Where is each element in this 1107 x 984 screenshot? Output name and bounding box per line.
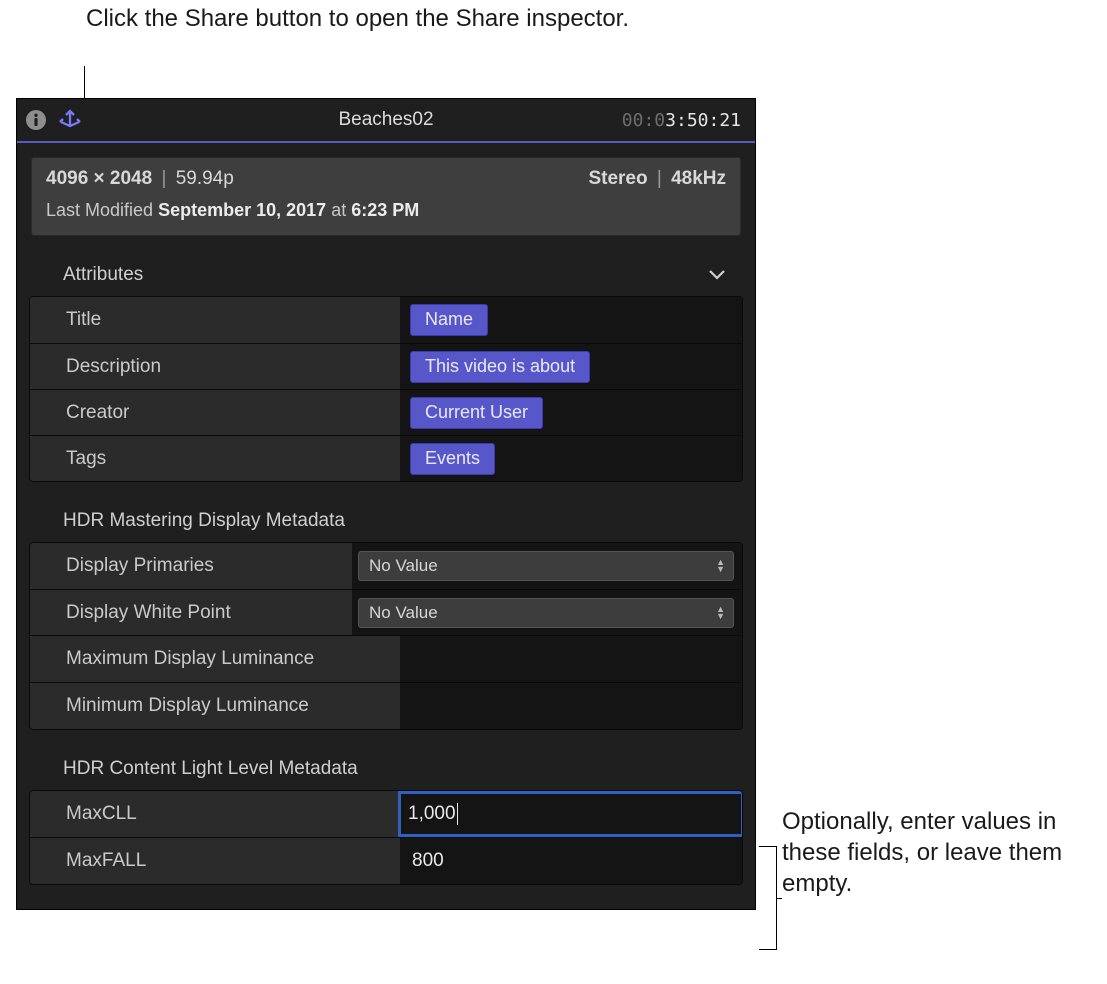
modified-time: 6:23 PM	[351, 200, 419, 220]
summary-format-row: 4096 × 2048 | 59.94p Stereo | 48kHz	[32, 158, 740, 200]
min-luminance-input[interactable]	[410, 689, 732, 723]
updown-icon: ▲▼	[716, 606, 725, 620]
inspector-header: Beaches02 00:03:50:21	[17, 99, 755, 143]
row-maxfall: MaxFALL	[30, 837, 742, 884]
maxfall-input[interactable]	[410, 844, 732, 878]
token-title[interactable]: Name	[410, 304, 488, 336]
maxcll-value: 1,000	[408, 803, 456, 824]
timecode-bright: 3:50:21	[665, 110, 741, 131]
token-creator[interactable]: Current User	[410, 397, 543, 429]
clip-summary: 4096 × 2048 | 59.94p Stereo | 48kHz Last…	[31, 157, 741, 236]
attributes-group: Title Name Description This video is abo…	[29, 296, 743, 482]
summary-audio-mode: Stereo	[588, 168, 647, 189]
attr-row-title: Title Name	[30, 297, 742, 343]
callout-bracket	[759, 846, 777, 950]
summary-sample-rate: 48kHz	[671, 168, 726, 189]
callout-text: Optionally, enter values in these fields…	[782, 808, 1062, 897]
attr-row-description: Description This video is about	[30, 343, 742, 389]
info-icon[interactable]	[25, 109, 47, 131]
timecode-dim: 00:0	[622, 110, 665, 131]
timecode: 00:03:50:21	[622, 110, 741, 131]
max-luminance-input[interactable]	[410, 642, 732, 676]
token-tags[interactable]: Events	[410, 443, 495, 475]
display-primaries-label: Display Primaries	[30, 543, 352, 589]
row-display-whitepoint: Display White Point No Value ▲▼	[30, 589, 742, 635]
maxcll-label: MaxCLL	[30, 791, 400, 837]
attr-row-creator: Creator Current User	[30, 389, 742, 435]
display-whitepoint-value: No Value	[369, 603, 438, 623]
attr-tags-field[interactable]: Events	[400, 436, 742, 481]
token-description[interactable]: This video is about	[410, 351, 590, 383]
max-luminance-label: Maximum Display Luminance	[30, 636, 400, 682]
display-whitepoint-select[interactable]: No Value ▲▼	[358, 598, 734, 628]
callout-text: Click the Share button to open the Share…	[86, 5, 629, 32]
hdr-master-section-title: HDR Mastering Display Metadata	[17, 482, 755, 542]
row-maxcll: MaxCLL 1,000	[30, 791, 742, 837]
callout-leader-line	[84, 66, 85, 102]
row-display-primaries: Display Primaries No Value ▲▼	[30, 543, 742, 589]
attr-description-field[interactable]: This video is about	[400, 344, 742, 389]
maxfall-label: MaxFALL	[30, 838, 400, 884]
share-inspector-panel: Beaches02 00:03:50:21 4096 × 2048 | 59.9…	[16, 98, 756, 910]
summary-resolution: 4096 × 2048	[46, 168, 152, 189]
row-max-luminance: Maximum Display Luminance	[30, 635, 742, 682]
attr-tags-label: Tags	[30, 436, 400, 481]
callout-cll-fields: Optionally, enter values in these fields…	[782, 806, 1092, 900]
summary-framerate: 59.94p	[176, 168, 234, 189]
attr-title-label: Title	[30, 297, 400, 343]
modified-at: at	[331, 200, 346, 220]
maxcll-input[interactable]: 1,000	[400, 793, 742, 835]
attr-creator-field[interactable]: Current User	[400, 390, 742, 435]
attributes-section-title: Attributes	[63, 264, 143, 286]
hdr-cll-section-title: HDR Content Light Level Metadata	[17, 730, 755, 790]
display-primaries-value: No Value	[369, 556, 438, 576]
chevron-down-icon	[709, 264, 725, 286]
text-caret	[457, 803, 458, 825]
display-primaries-select[interactable]: No Value ▲▼	[358, 551, 734, 581]
display-whitepoint-label: Display White Point	[30, 590, 352, 635]
attributes-section-header[interactable]: Attributes	[17, 236, 755, 296]
attr-description-label: Description	[30, 344, 400, 389]
modified-date: September 10, 2017	[158, 200, 326, 220]
row-min-luminance: Minimum Display Luminance	[30, 682, 742, 729]
updown-icon: ▲▼	[716, 559, 725, 573]
attr-title-field[interactable]: Name	[400, 297, 742, 343]
min-luminance-label: Minimum Display Luminance	[30, 683, 400, 729]
modified-label: Last Modified	[46, 200, 153, 220]
hdr-master-group: Display Primaries No Value ▲▼ Display Wh…	[29, 542, 743, 730]
summary-modified-row: Last Modified September 10, 2017 at 6:23…	[32, 200, 740, 235]
hdr-cll-group: MaxCLL 1,000 MaxFALL	[29, 790, 743, 885]
attr-creator-label: Creator	[30, 390, 400, 435]
attr-row-tags: Tags Events	[30, 435, 742, 481]
share-icon[interactable]	[57, 108, 83, 132]
callout-share-button: Click the Share button to open the Share…	[86, 4, 629, 34]
